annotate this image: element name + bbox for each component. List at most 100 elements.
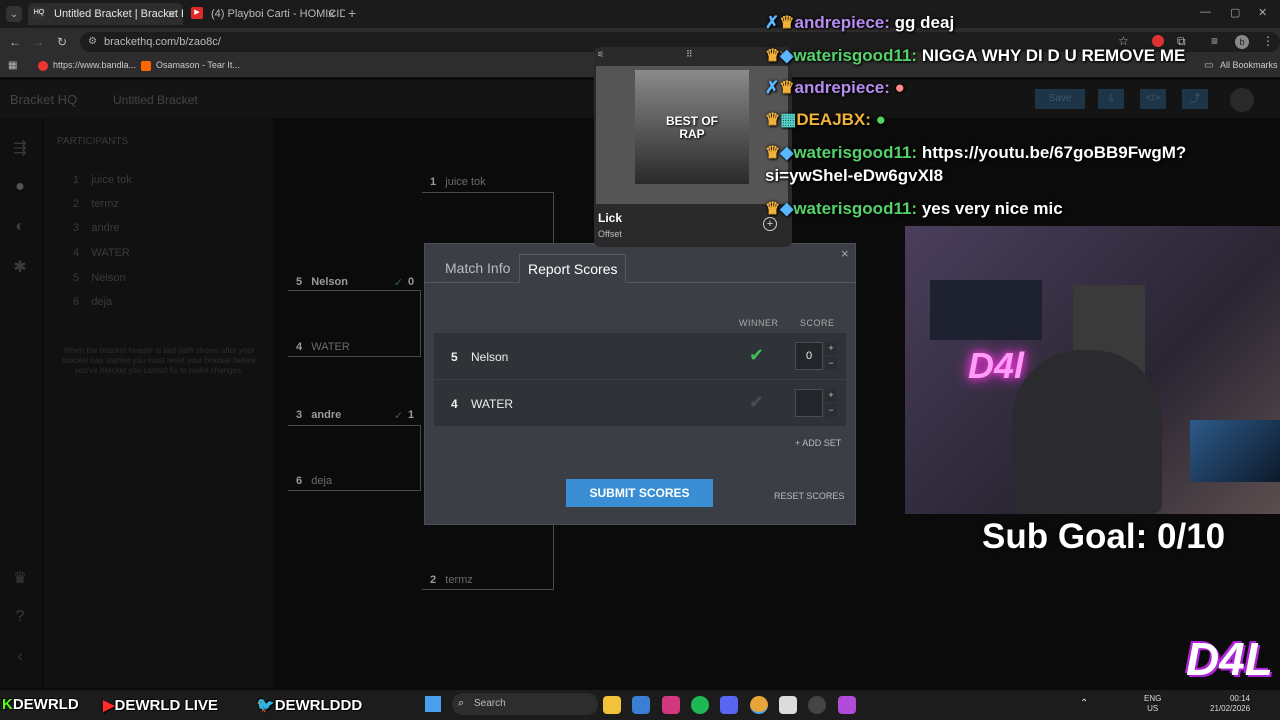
close-tab-icon[interactable]: ✕	[327, 8, 336, 21]
site-info-icon[interactable]: ⚙	[88, 36, 97, 47]
chrome-icon[interactable]	[750, 696, 768, 714]
modal-close-button[interactable]: ×	[841, 246, 849, 261]
app-icon[interactable]	[779, 696, 797, 714]
user-avatar[interactable]	[1230, 88, 1254, 112]
participant-row[interactable]: 6 deja	[73, 296, 112, 308]
row-name: WATER	[471, 397, 513, 411]
folder-icon: ▭	[1204, 60, 1214, 71]
winner-check-icon[interactable]: ✔	[749, 345, 764, 366]
search-placeholder: Search	[474, 698, 506, 709]
drag-handle-icon[interactable]: ⠿	[686, 49, 693, 60]
tab-youtube[interactable]: (4) Playboi Carti - HOMICIDES5	[185, 3, 345, 25]
panel-hint-text: When the bracket header is laid path sho…	[62, 346, 256, 375]
tray-chevron-icon[interactable]: ⌃	[1080, 698, 1088, 709]
download-icon[interactable]: ⇩	[1098, 89, 1124, 109]
search-icon: ⌕	[458, 697, 465, 709]
increment-button[interactable]: +	[825, 389, 837, 402]
bracket-slot[interactable]: 6 deja	[296, 475, 332, 487]
bandlab-favicon	[38, 61, 48, 71]
tab-match-info[interactable]: Match Info	[437, 254, 518, 283]
neon-sign: D4l	[968, 345, 1025, 386]
bracket-icon[interactable]: ⇶	[10, 138, 30, 158]
spotify-icon[interactable]	[691, 696, 709, 714]
back-icon[interactable]: ←	[8, 35, 22, 49]
youtube-handle: ▶DEWRLD LIVE	[103, 697, 218, 714]
forward-icon[interactable]: →	[31, 35, 45, 49]
bracket-slot[interactable]: 3 andre	[296, 409, 341, 421]
participant-row[interactable]: 1 juice tok	[73, 174, 132, 186]
reset-scores-button[interactable]: RESET SCORES	[774, 491, 844, 501]
bracket-score: 1	[408, 409, 415, 421]
bracket-slot[interactable]: 2 termz	[430, 574, 473, 586]
row-seed: 4	[451, 397, 458, 411]
new-tab-icon[interactable]: +	[348, 5, 356, 21]
bracket-slot[interactable]: 1 juice tok	[430, 176, 486, 188]
decrement-button[interactable]: −	[825, 404, 837, 417]
youtube-icon: ▶	[103, 697, 115, 714]
bracket-title[interactable]: Untitled Bracket	[113, 93, 198, 107]
participants-icon[interactable]: ●	[10, 178, 30, 198]
settings-icon[interactable]: ⚟	[597, 50, 604, 59]
score-input[interactable]	[795, 389, 823, 417]
media-controls-icon[interactable]: ≡	[1211, 34, 1218, 48]
reload-icon[interactable]: ↻	[55, 35, 69, 49]
bracket-line	[288, 290, 421, 291]
add-set-button[interactable]: + ADD SET	[795, 438, 841, 448]
tab-report-scores[interactable]: Report Scores	[519, 254, 627, 283]
gem-badge-icon: ◆	[780, 199, 794, 218]
clock[interactable]: 00:14 21/02/2026	[1210, 694, 1250, 714]
winner-check-icon: ✓	[394, 277, 404, 289]
settings-icon[interactable]: ✱	[10, 257, 30, 277]
close-tab-icon[interactable]: ✕	[167, 8, 176, 21]
tab-brackethq[interactable]: Untitled Bracket | Bracket HQ	[28, 3, 183, 25]
bookmark-osamason[interactable]: Osamason - Tear It...	[156, 60, 240, 70]
collapse-icon[interactable]: ‹	[10, 648, 30, 668]
submit-scores-button[interactable]: SUBMIT SCORES	[566, 479, 713, 507]
bracket-line	[422, 589, 554, 590]
save-button[interactable]: Save	[1035, 89, 1085, 109]
crown-badge-icon: ♛	[765, 199, 781, 218]
lang-indicator[interactable]: ENG US	[1144, 694, 1161, 714]
bookmark-bandlab[interactable]: https://www.bandla...	[53, 60, 136, 70]
participant-row[interactable]: 5 Nelson	[73, 272, 126, 284]
crown-icon[interactable]: ♛	[10, 568, 30, 588]
decrement-button[interactable]: −	[825, 357, 837, 370]
increment-button[interactable]: +	[825, 342, 837, 355]
file-explorer-icon[interactable]	[603, 696, 621, 714]
score-input[interactable]: 0	[795, 342, 823, 370]
start-icon[interactable]	[425, 696, 441, 712]
d4l-logo: D4L	[1186, 633, 1273, 685]
apps-icon[interactable]: ▦	[8, 60, 17, 71]
all-bookmarks[interactable]: All Bookmarks	[1220, 60, 1278, 70]
sub-goal: Sub Goal: 0/10	[982, 517, 1226, 556]
app-icon[interactable]	[838, 696, 856, 714]
album-cover-text: BEST OF RAP	[665, 114, 718, 141]
minimize-window-icon[interactable]: —	[1200, 6, 1211, 18]
brand-logo[interactable]: Bracket HQ	[10, 92, 77, 107]
share-icon[interactable]: ⤴	[1182, 89, 1208, 109]
help-icon[interactable]: ?	[10, 608, 30, 628]
obs-icon[interactable]	[808, 696, 826, 714]
bracket-line	[553, 192, 554, 244]
store-icon[interactable]	[632, 696, 650, 714]
winner-check-icon[interactable]: ✔	[749, 392, 764, 413]
row-seed: 5	[451, 350, 458, 364]
participant-row[interactable]: 3 andre	[73, 222, 120, 234]
maximize-window-icon[interactable]: ▢	[1230, 6, 1240, 19]
participant-row[interactable]: 4 WATER	[73, 247, 130, 259]
add-icon[interactable]: +	[763, 217, 777, 231]
discord-icon[interactable]	[720, 696, 738, 714]
profile-avatar[interactable]: b	[1235, 35, 1249, 49]
participant-row[interactable]: 2 termz	[73, 198, 119, 210]
bracket-slot[interactable]: 5 Nelson	[296, 276, 348, 288]
menu-icon[interactable]: ⋮	[1262, 34, 1274, 48]
palette-icon[interactable]: ◐	[10, 218, 30, 238]
close-window-icon[interactable]: ✕	[1258, 6, 1267, 19]
embed-icon[interactable]: </>	[1140, 89, 1166, 109]
url-text: brackethq.com/b/zao8c/	[104, 36, 221, 48]
crown-badge-icon: ♛	[779, 13, 795, 32]
bracket-slot[interactable]: 4 WATER	[296, 341, 350, 353]
winner-check-icon: ✓	[394, 410, 404, 422]
tab-search-button[interactable]: ⌄	[6, 6, 22, 22]
instagram-icon[interactable]	[662, 696, 680, 714]
